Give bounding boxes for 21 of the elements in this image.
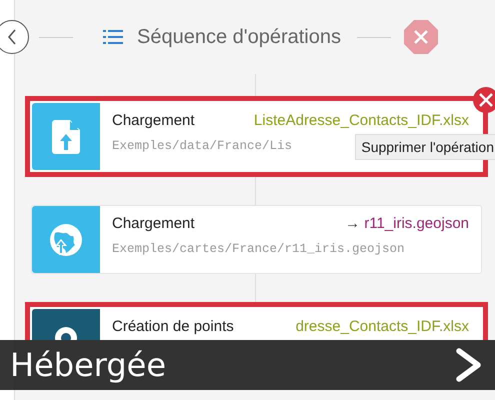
operation-title: Chargement [112, 215, 195, 232]
chevron-left-icon [7, 29, 17, 45]
chevron-right-icon[interactable] [455, 348, 483, 382]
operation-card[interactable]: Création de points dresse_Contacts_IDF.xlsx [25, 302, 488, 340]
file-path: Exemples/data/France/Lis [112, 139, 292, 153]
operation-card[interactable]: Chargement → r11_iris.geojson Exemples/cartes/France/r11_iris.geojson [31, 205, 482, 274]
list-icon [103, 29, 123, 45]
output-file: → r11_iris.geojson [345, 215, 469, 232]
globe-upload-icon [49, 222, 83, 256]
close-icon [479, 93, 493, 107]
output-file: ListeAdresse_Contacts_IDF.xlsx [254, 112, 469, 129]
file-upload-icon [52, 120, 80, 154]
file-path: Exemples/cartes/France/r11_iris.geojson [112, 242, 405, 256]
operation-title: Création de points [112, 318, 234, 335]
tooltip: Supprimer l'opération [355, 134, 495, 160]
operation-title: Chargement [112, 112, 195, 129]
delete-button[interactable] [473, 87, 495, 113]
back-button[interactable] [0, 20, 29, 54]
output-file: dresse_Contacts_IDF.xlsx [296, 318, 469, 335]
banner-label: Hébergée [10, 346, 166, 384]
panel-title: Séquence d'opérations [137, 26, 341, 48]
